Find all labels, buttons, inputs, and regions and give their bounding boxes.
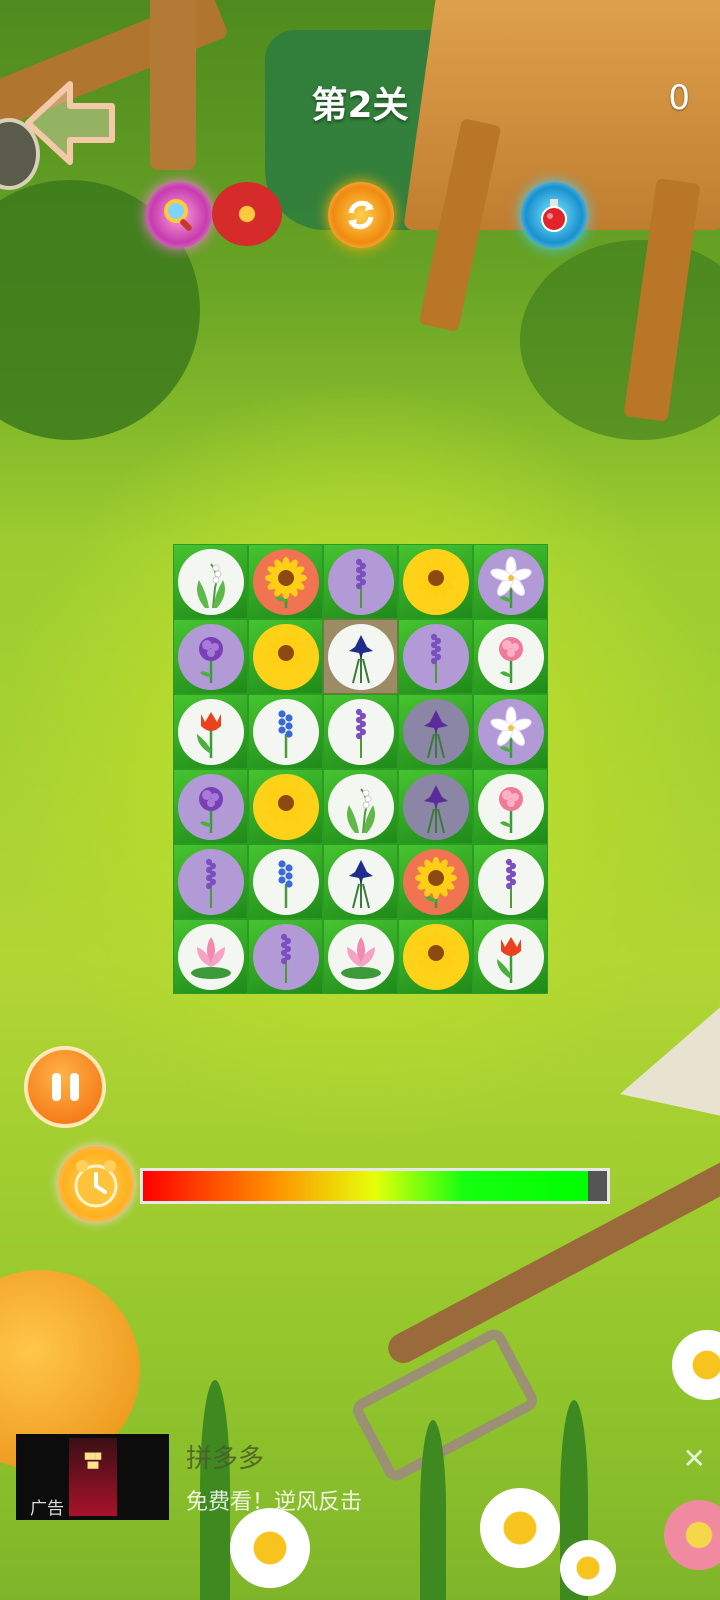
lavender-icon	[177, 848, 244, 915]
sunflower-icon	[402, 548, 469, 615]
iris-icon	[327, 623, 394, 690]
board-tile[interactable]	[248, 769, 323, 844]
board-tile[interactable]	[473, 769, 548, 844]
carnation-pink-icon	[477, 773, 544, 840]
time-bar-fill	[143, 1171, 589, 1201]
lavender-white-icon	[327, 698, 394, 765]
lily-of-the-valley-icon	[327, 773, 394, 840]
lavender-icon	[327, 548, 394, 615]
level-title: 第2关	[311, 85, 409, 126]
background-red-flower	[212, 182, 282, 246]
board-tile[interactable]	[323, 544, 398, 619]
iris-icon	[327, 848, 394, 915]
potion-button[interactable]	[521, 182, 587, 248]
ad-thumbnail[interactable]: ▇▇▇ ▇▇ 广告	[16, 1434, 169, 1520]
board-tile[interactable]	[248, 694, 323, 769]
board-tile[interactable]	[323, 769, 398, 844]
board-tile[interactable]	[398, 769, 473, 844]
game-board	[173, 544, 549, 994]
sunflower-orange-icon	[402, 848, 469, 915]
hyacinth-icon	[252, 698, 319, 765]
shuffle-button[interactable]	[328, 182, 394, 248]
background-daisy	[672, 1330, 720, 1400]
background-daisy	[560, 1540, 616, 1596]
hyacinth-icon	[252, 848, 319, 915]
carnation-pink-icon	[477, 623, 544, 690]
board-tile[interactable]	[473, 619, 548, 694]
lily-of-the-valley-icon	[177, 548, 244, 615]
ad-title[interactable]: 拼多多	[186, 1438, 264, 1475]
board-tile[interactable]	[248, 919, 323, 994]
board-tile[interactable]	[473, 544, 548, 619]
pause-button[interactable]	[24, 1046, 106, 1128]
iris-grey-icon	[402, 773, 469, 840]
board-tile[interactable]	[323, 694, 398, 769]
shuffle-icon	[348, 200, 374, 230]
board-tile[interactable]	[173, 619, 248, 694]
sunflower-icon	[402, 923, 469, 990]
board-tile[interactable]	[323, 844, 398, 919]
pause-icon	[51, 1073, 79, 1101]
board-tile[interactable]	[173, 544, 248, 619]
board-tile[interactable]	[173, 844, 248, 919]
board-tile[interactable]	[398, 619, 473, 694]
hint-button[interactable]	[146, 182, 212, 248]
sunflower-icon	[252, 773, 319, 840]
board-tile[interactable]	[398, 544, 473, 619]
board-tile[interactable]	[473, 919, 548, 994]
time-bar	[140, 1168, 610, 1204]
board-tile[interactable]	[173, 919, 248, 994]
tulip-icon	[477, 923, 544, 990]
board-tile[interactable]	[248, 544, 323, 619]
board-tile[interactable]	[323, 619, 398, 694]
score-counter: 0	[668, 78, 690, 118]
board-tile[interactable]	[173, 694, 248, 769]
board-tile[interactable]	[398, 844, 473, 919]
board-tile[interactable]	[398, 694, 473, 769]
ad-subtitle[interactable]: 免费看！逆风反击	[186, 1484, 362, 1516]
alarm-clock-icon	[58, 1146, 134, 1222]
board-tile[interactable]	[173, 769, 248, 844]
board-tile[interactable]	[248, 619, 323, 694]
board-tile[interactable]	[323, 919, 398, 994]
tulip-icon	[177, 698, 244, 765]
lavender-white-icon	[477, 848, 544, 915]
magnifier-icon	[164, 199, 192, 231]
board-tile[interactable]	[473, 844, 548, 919]
ad-banner[interactable]: ▇▇▇ ▇▇ 广告 拼多多 免费看！逆风反击 ✕	[16, 1434, 706, 1520]
background-bush	[520, 240, 720, 440]
lotus-icon	[327, 923, 394, 990]
carnation-purple-icon	[177, 623, 244, 690]
lotus-icon	[177, 923, 244, 990]
potion-icon	[541, 199, 567, 232]
lavender-icon	[252, 923, 319, 990]
board-tile[interactable]	[248, 844, 323, 919]
carnation-purple-icon	[177, 773, 244, 840]
ad-tag: 广告	[30, 1499, 64, 1519]
board-tile[interactable]	[398, 919, 473, 994]
board-tile[interactable]	[473, 694, 548, 769]
background-shovel	[620, 990, 720, 1120]
lily-icon	[477, 698, 544, 765]
ad-close-button[interactable]: ✕	[683, 1442, 706, 1475]
sunflower-icon	[252, 623, 319, 690]
lily-icon	[477, 548, 544, 615]
sunflower-orange-icon	[252, 548, 319, 615]
clock-face	[74, 1160, 118, 1208]
iris-grey-icon	[402, 698, 469, 765]
background-daisy	[230, 1508, 310, 1588]
lavender-icon	[402, 623, 469, 690]
ad-poster-image: ▇▇▇ ▇▇	[69, 1438, 117, 1516]
